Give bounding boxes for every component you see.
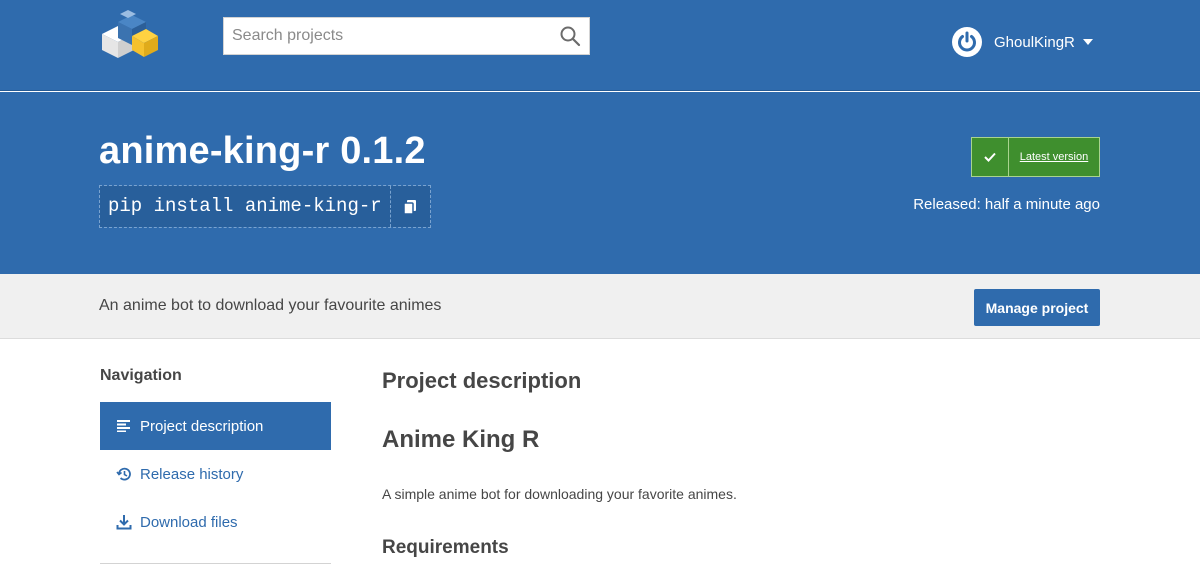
pypi-logo-icon[interactable] bbox=[98, 8, 160, 62]
user-menu[interactable]: GhoulKingR bbox=[952, 26, 1093, 58]
align-left-icon bbox=[116, 418, 132, 434]
pip-command-box: pip install anime-king-r bbox=[99, 185, 431, 228]
package-summary: An anime bot to download your favourite … bbox=[99, 297, 442, 314]
sidebar-item-label: Project description bbox=[140, 417, 264, 435]
navigation-heading: Navigation bbox=[100, 367, 182, 384]
chevron-down-icon bbox=[1082, 39, 1093, 45]
avatar bbox=[952, 27, 982, 57]
sidebar-divider bbox=[100, 563, 331, 564]
history-icon bbox=[116, 466, 132, 482]
readme-text: A simple anime bot for downloading your … bbox=[382, 486, 737, 502]
latest-version-link[interactable]: Latest version bbox=[1009, 138, 1099, 176]
latest-version-badge: Latest version bbox=[971, 137, 1100, 177]
sidebar-item-project-description[interactable]: Project description bbox=[100, 402, 331, 450]
release-date: Released: half a minute ago bbox=[913, 196, 1100, 213]
search-icon[interactable] bbox=[559, 25, 581, 47]
search-input[interactable] bbox=[224, 18, 554, 54]
package-title: anime-king-r 0.1.2 bbox=[99, 130, 426, 172]
readme-title: Anime King R bbox=[382, 426, 540, 453]
copy-icon bbox=[403, 199, 417, 215]
search-box bbox=[223, 17, 590, 55]
copy-button[interactable] bbox=[389, 186, 430, 227]
sidebar-item-label: Download files bbox=[140, 513, 238, 531]
check-icon bbox=[972, 138, 1009, 176]
section-title: Project description bbox=[382, 368, 582, 393]
sidebar-item-label: Release history bbox=[140, 465, 244, 483]
package-hero: anime-king-r 0.1.2 pip install anime-kin… bbox=[0, 92, 1200, 274]
requirements-heading: Requirements bbox=[382, 537, 509, 558]
top-header: GhoulKingR bbox=[0, 0, 1200, 91]
package-summary-bar: An anime bot to download your favourite … bbox=[0, 274, 1200, 339]
download-icon bbox=[116, 514, 132, 530]
sidebar-item-download-files[interactable]: Download files bbox=[100, 498, 331, 546]
sidebar-item-release-history[interactable]: Release history bbox=[100, 450, 331, 498]
power-icon bbox=[958, 31, 976, 52]
manage-project-button[interactable]: Manage project bbox=[974, 289, 1100, 326]
pip-command[interactable]: pip install anime-king-r bbox=[100, 186, 390, 227]
username: GhoulKingR bbox=[994, 33, 1075, 51]
